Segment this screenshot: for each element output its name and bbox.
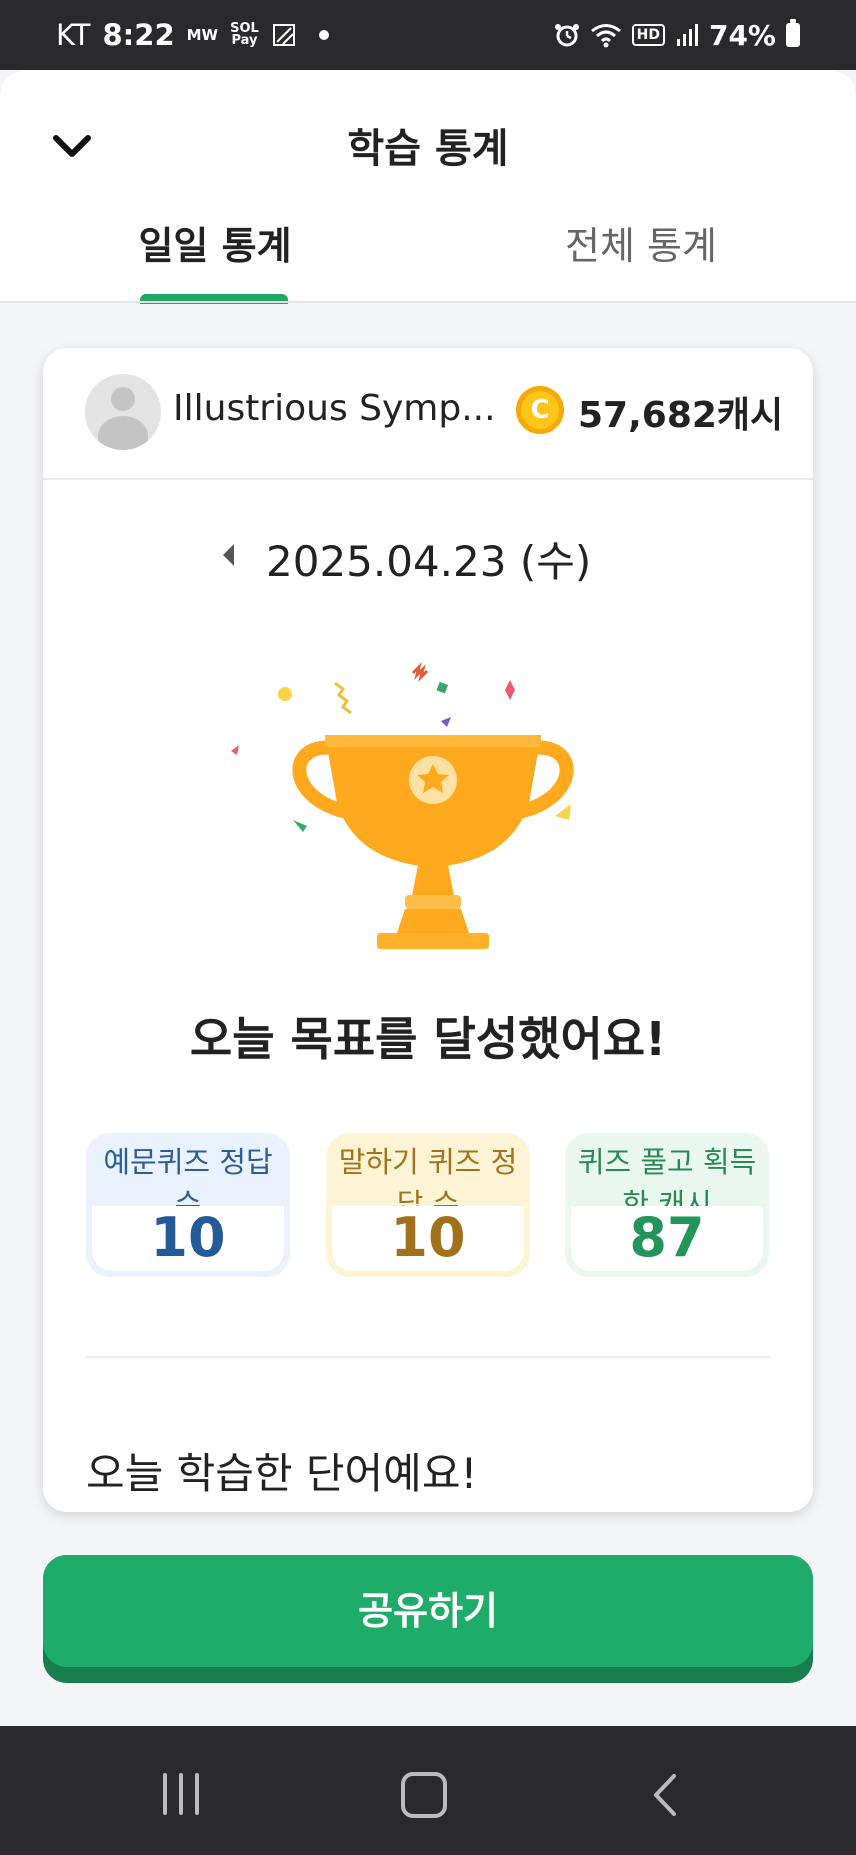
edit-screen-icon [272,24,295,46]
learned-words-title: 오늘 학습한 단어예요! [86,1449,478,1498]
stat-earned-cash: 퀴즈 풀고 획득한 캐시 87 [565,1133,769,1277]
battery-icon [786,19,800,47]
username: Illustrious Symp... [173,388,496,429]
avatar-body [98,416,148,450]
mw-icon: MW [186,25,219,44]
status-bar: KT 8:22 MW SOL Pay HD 74% [0,0,856,70]
page-title: 학습 통계 [347,126,509,172]
coin-symbol: C [530,395,550,425]
trophy-illustration [231,662,574,949]
stat-speaking-quiz: 말하기 퀴즈 정답 수 10 [326,1133,530,1277]
goal-achieved-message: 오늘 목표를 달성했어요! [189,1012,667,1066]
notification-dot-icon [318,30,329,40]
stat-label: 퀴즈 풀고 획득한 캐시 [577,1145,757,1211]
hd-voice-icon: HD [631,24,665,46]
profile-row: Illustrious Symp... C 57,682캐시 [43,348,813,480]
tab-daily-stats[interactable]: 일일 통계 [120,215,310,270]
signal-icon [676,24,698,46]
battery-percent: 74% [708,18,776,52]
carrier-label: KT [56,18,91,52]
sol-pay-icon: SOL Pay [230,22,259,48]
avatar [85,374,161,450]
status-bar-right: HD 74% [554,0,800,70]
coin-icon: C [516,386,564,434]
clock-time: 8:22 [102,18,175,52]
system-nav-bar [0,1726,856,1855]
back-icon[interactable] [648,1772,682,1818]
stat-example-quiz: 예문퀴즈 정답 수 10 [86,1133,290,1277]
sol-pay-bottom: Pay [231,33,258,48]
avatar-head [111,387,135,411]
stat-value: 10 [390,1206,466,1269]
recent-apps-icon[interactable] [161,1773,201,1815]
stat-value: 87 [629,1206,705,1269]
cash-balance: 57,682캐시 [578,395,784,436]
daily-stats-card: Illustrious Symp... C 57,682캐시 2025.04.2… [43,348,813,1512]
stat-label: 예문퀴즈 정답 수 [103,1145,273,1211]
wifi-icon [590,24,621,48]
alarm-icon [554,24,579,47]
share-button[interactable]: 공유하기 [43,1555,813,1683]
selected-date: 2025.04.23 (수) [266,537,592,586]
stat-value: 10 [150,1206,226,1269]
stat-label: 말하기 퀴즈 정답 수 [338,1145,518,1211]
header: 학습 통계 일일 통계 전체 통계 [0,70,856,304]
header-divider [0,301,856,303]
previous-date-arrow-icon[interactable] [223,544,234,566]
section-divider [86,1356,770,1358]
home-icon[interactable] [401,1772,447,1818]
share-button-label: 공유하기 [358,1589,498,1633]
tab-total-stats[interactable]: 전체 통계 [546,215,736,270]
status-bar-left: KT 8:22 MW SOL Pay [56,0,329,70]
